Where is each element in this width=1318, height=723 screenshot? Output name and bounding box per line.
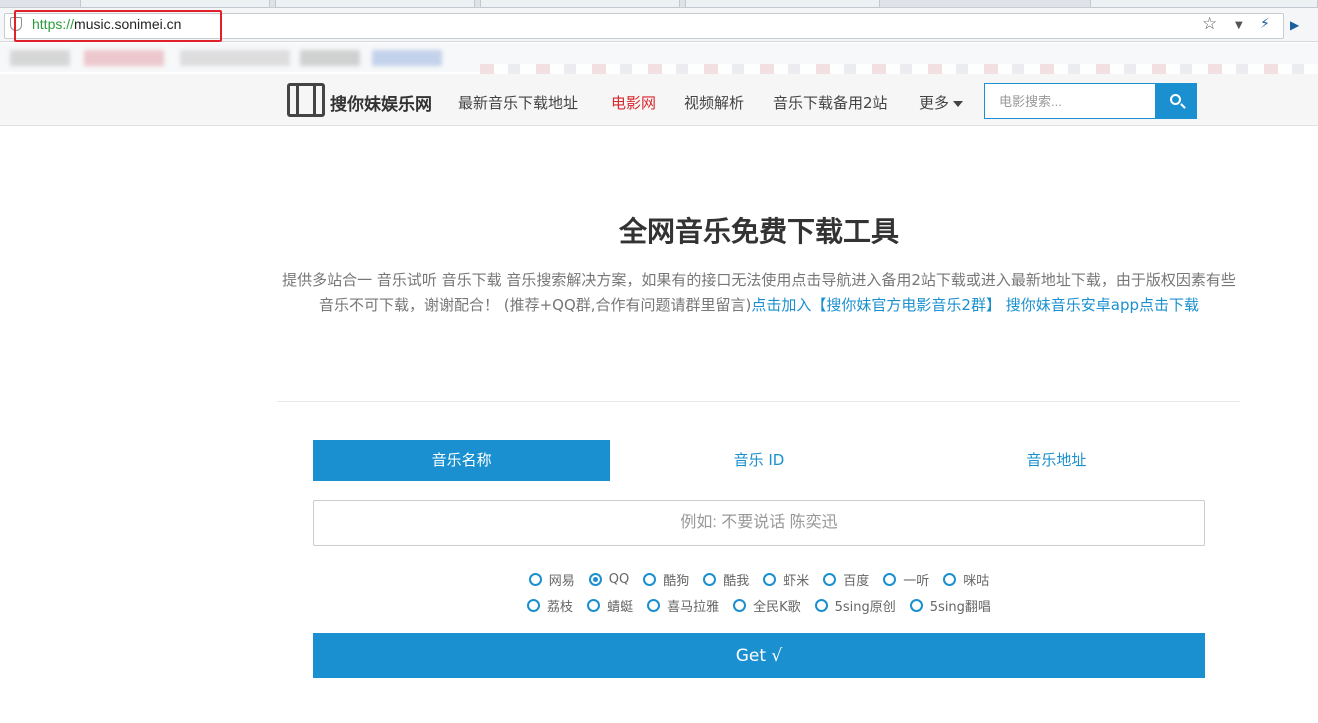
search-button[interactable] bbox=[1155, 83, 1197, 119]
browser-tab[interactable] bbox=[275, 0, 475, 8]
lightning-icon[interactable]: ⚡ bbox=[1260, 16, 1270, 32]
radio-qingting[interactable]: 蜻蜓 bbox=[587, 596, 633, 615]
caret-down-icon bbox=[953, 100, 964, 107]
source-radio-row-1: 网易 QQ 酷狗 酷我 虾米 百度 一听 咪咕 bbox=[313, 570, 1205, 589]
bookmark-item[interactable] bbox=[180, 50, 290, 66]
radio-circle bbox=[943, 573, 957, 586]
radio-circle bbox=[528, 573, 542, 586]
search-icon bbox=[1170, 94, 1181, 105]
browser-tab[interactable] bbox=[685, 0, 880, 8]
radio-circle bbox=[814, 599, 828, 612]
nav-more[interactable]: 更多 bbox=[919, 92, 964, 113]
radio-circle bbox=[587, 599, 601, 612]
radio-kugou[interactable]: 酷狗 bbox=[643, 570, 689, 589]
radio-circle bbox=[883, 573, 897, 586]
radio-circle bbox=[823, 573, 837, 586]
page-title: 全网音乐免费下载工具 bbox=[618, 215, 899, 248]
radio-5sing-cover[interactable]: 5sing翻唱 bbox=[909, 596, 991, 615]
get-button[interactable]: Get √ bbox=[313, 633, 1205, 678]
radio-qq[interactable]: QQ bbox=[588, 570, 630, 589]
radio-circle bbox=[527, 599, 541, 612]
dropdown-icon[interactable]: ▼ bbox=[1235, 20, 1243, 31]
radio-yiting[interactable]: 一听 bbox=[883, 570, 929, 589]
page-description: 提供多站合一 音乐试听 音乐下载 音乐搜索解决方案，如果有的接口无法使用点击导航… bbox=[278, 268, 1240, 318]
radio-label: 酷我 bbox=[723, 574, 750, 589]
tab-music-name[interactable]: 音乐名称 bbox=[313, 440, 611, 481]
tab-music-id[interactable]: 音乐 ID bbox=[610, 440, 907, 481]
radio-circle bbox=[588, 573, 602, 586]
radio-migu[interactable]: 咪咕 bbox=[943, 570, 989, 589]
radio-xiami[interactable]: 虾米 bbox=[763, 570, 809, 589]
source-radio-row-2: 荔枝 蜻蜓 喜马拉雅 全民K歌 5sing原创 5sing翻唱 bbox=[313, 596, 1205, 615]
radio-ximalaya[interactable]: 喜马拉雅 bbox=[647, 596, 719, 615]
bookmark-item[interactable] bbox=[84, 50, 164, 66]
music-query-input[interactable] bbox=[313, 500, 1205, 546]
nav-backup-site[interactable]: 音乐下载备用2站 bbox=[773, 92, 888, 113]
site-logo[interactable]: 搜你妹娱乐网 bbox=[330, 90, 432, 115]
nav-more-label: 更多 bbox=[919, 94, 950, 112]
movie-search-input[interactable] bbox=[984, 83, 1156, 119]
radio-label: 5sing原创 bbox=[834, 600, 896, 615]
tab-music-url[interactable]: 音乐地址 bbox=[908, 440, 1205, 481]
radio-circle bbox=[909, 599, 923, 612]
browser-tab[interactable] bbox=[80, 0, 270, 8]
url-highlight-box bbox=[14, 10, 222, 42]
android-app-link[interactable]: 搜你妹音乐安卓app点击下载 bbox=[1006, 296, 1199, 314]
play-icon[interactable]: ▶ bbox=[1290, 18, 1299, 32]
browser-tab[interactable] bbox=[480, 0, 680, 8]
divider bbox=[277, 401, 1240, 402]
browser-tab[interactable] bbox=[1090, 0, 1318, 8]
radio-label: 网易 bbox=[548, 574, 575, 589]
search-mode-tabs: 音乐名称 音乐 ID 音乐地址 bbox=[313, 440, 1205, 481]
decorative-band bbox=[480, 64, 1318, 74]
radio-label: 百度 bbox=[843, 574, 870, 589]
radio-kge[interactable]: 全民K歌 bbox=[733, 596, 801, 615]
radio-5sing-original[interactable]: 5sing原创 bbox=[814, 596, 896, 615]
bookmark-item[interactable] bbox=[10, 50, 70, 66]
bookmark-item[interactable] bbox=[372, 50, 442, 66]
nav-movie[interactable]: 电影网 bbox=[611, 92, 656, 113]
film-icon[interactable] bbox=[287, 83, 325, 117]
star-icon[interactable]: ☆ bbox=[1202, 14, 1217, 34]
radio-label: 5sing翻唱 bbox=[929, 600, 991, 615]
radio-circle bbox=[703, 573, 717, 586]
radio-baidu[interactable]: 百度 bbox=[823, 570, 869, 589]
radio-lizhi[interactable]: 荔枝 bbox=[527, 596, 573, 615]
nav-latest-address[interactable]: 最新音乐下载地址 bbox=[458, 92, 578, 113]
radio-label: 咪咕 bbox=[963, 574, 990, 589]
radio-label: 荔枝 bbox=[547, 600, 574, 615]
join-group-link[interactable]: 点击加入【搜你妹官方电影音乐2群】 bbox=[751, 296, 1001, 314]
radio-circle bbox=[643, 573, 657, 586]
radio-circle bbox=[763, 573, 777, 586]
radio-label: 全民K歌 bbox=[753, 600, 801, 615]
radio-circle bbox=[647, 599, 661, 612]
bookmark-item[interactable] bbox=[300, 50, 360, 66]
radio-label: 蜻蜓 bbox=[607, 600, 634, 615]
radio-netease[interactable]: 网易 bbox=[528, 570, 575, 589]
radio-circle bbox=[733, 599, 747, 612]
nav-video-parse[interactable]: 视频解析 bbox=[684, 92, 744, 113]
radio-kuwo[interactable]: 酷我 bbox=[703, 570, 749, 589]
radio-label: QQ bbox=[608, 572, 630, 587]
radio-label: 喜马拉雅 bbox=[667, 600, 720, 615]
browser-tabstrip bbox=[0, 0, 1318, 8]
radio-label: 酷狗 bbox=[663, 574, 690, 589]
radio-label: 虾米 bbox=[783, 574, 810, 589]
radio-label: 一听 bbox=[903, 574, 930, 589]
